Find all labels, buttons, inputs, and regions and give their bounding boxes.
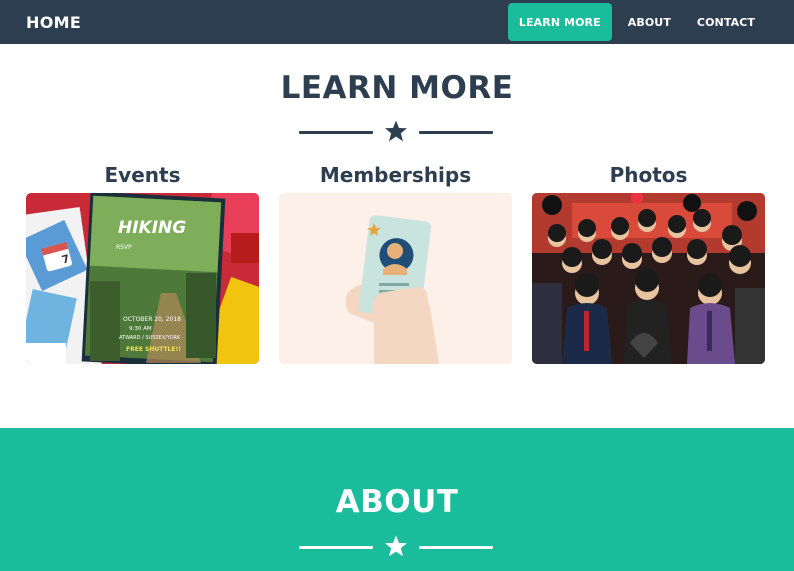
flyer-place: ATWARD / SUSSEX/YORK [119, 335, 181, 341]
navbar: HOME LEARN MORE ABOUT CONTACT [0, 0, 794, 44]
about-title: ABOUT [335, 484, 459, 520]
flyer-date: OCTOBER 20, 2018 [123, 316, 181, 323]
card-label-memberships: Memberships [319, 163, 472, 187]
about-divider [0, 534, 794, 560]
nav-link-contact[interactable]: CONTACT [684, 3, 768, 41]
nav-links: LEARN MORE ABOUT CONTACT [507, 0, 768, 44]
star-icon [385, 535, 407, 557]
nav-link-learn-more[interactable]: LEARN MORE [507, 3, 612, 41]
divider-line-left [299, 131, 373, 134]
events-card-image[interactable]: 7 HIKING RSVP OCTOBER 20, 2018 9:30 AM A… [26, 193, 259, 364]
flyer-note: FREE SHUTTLE!! [126, 346, 181, 353]
star-icon [385, 120, 407, 142]
photos-card-image[interactable] [532, 193, 765, 364]
divider-line-right [419, 546, 493, 549]
learn-more-divider [0, 119, 794, 145]
about-section: ABOUT [0, 428, 794, 571]
divider-line-right [419, 131, 493, 134]
learn-more-title: LEARN MORE [280, 70, 514, 106]
memberships-card-image[interactable] [279, 193, 512, 364]
nav-link-about[interactable]: ABOUT [615, 3, 684, 41]
flyer-title: HIKING [118, 218, 186, 238]
card-label-photos: Photos [609, 163, 688, 187]
flyer-time: 9:30 AM [129, 326, 152, 332]
flyer-rsvp: RSVP [116, 244, 132, 251]
card-label-events: Events [104, 163, 181, 187]
home-brand-link[interactable]: HOME [26, 13, 81, 32]
divider-line-left [299, 546, 373, 549]
